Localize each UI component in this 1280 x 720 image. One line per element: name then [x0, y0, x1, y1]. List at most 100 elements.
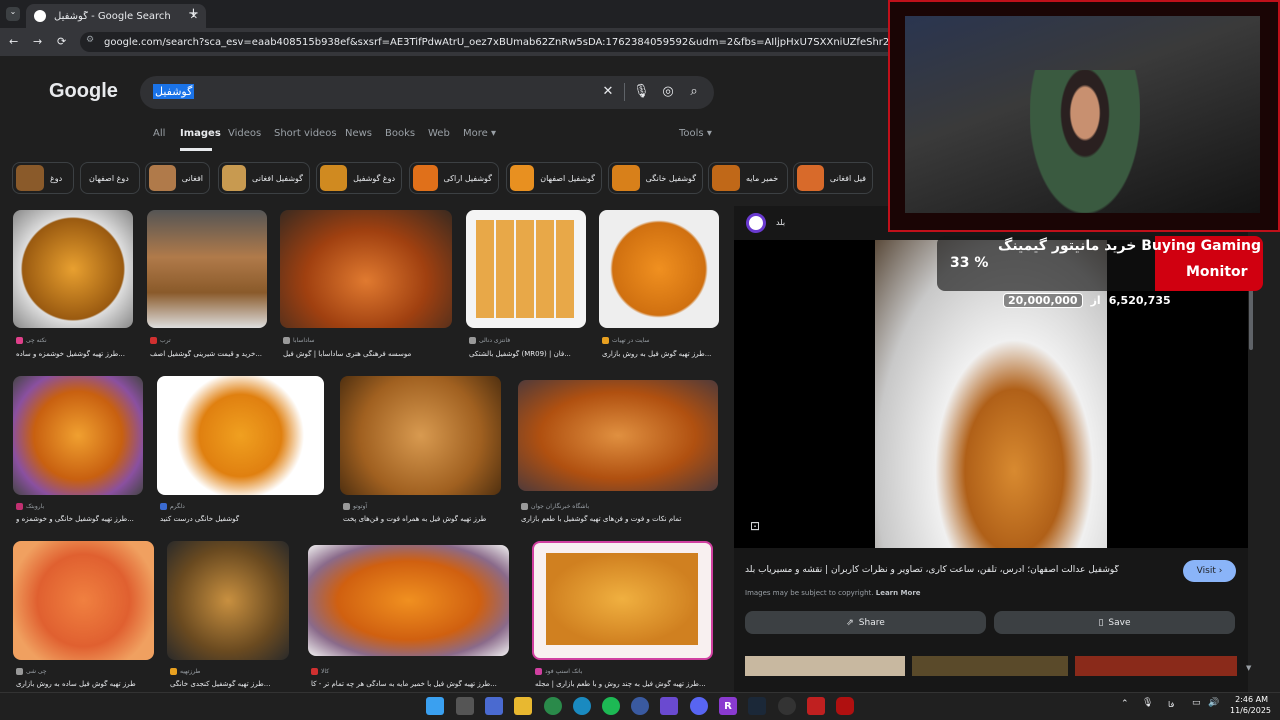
save-button[interactable]: ▯ Save [994, 611, 1235, 634]
tab-search-button[interactable]: ⌄ [6, 7, 20, 21]
edge-icon[interactable] [573, 697, 591, 715]
search-input[interactable]: گوشفیل [153, 84, 195, 99]
chip-goshfil-araki[interactable]: گوشفیل اراکی [409, 162, 499, 194]
panel-site-name[interactable]: بلد [776, 218, 785, 227]
result-image[interactable] [532, 541, 713, 660]
result-caption[interactable]: تمام نکات و فوت و فن‌های تهیه گوشفیل با … [521, 515, 719, 523]
input-language[interactable]: فا [1168, 700, 1174, 709]
site-info-icon[interactable]: ⚙ [86, 35, 94, 45]
network-icon[interactable]: ▭ [1192, 698, 1201, 708]
file-explorer-icon[interactable] [514, 697, 532, 715]
chrome-icon[interactable] [544, 697, 562, 715]
result-caption[interactable]: طرز تهیه گوشفیل کنجدی خانگی... [170, 680, 290, 688]
app-icon[interactable] [778, 697, 796, 715]
lens-search-icon[interactable]: ⊡ [750, 519, 760, 533]
app-icon[interactable] [631, 697, 649, 715]
result-image[interactable] [466, 210, 586, 328]
result-image[interactable] [308, 545, 509, 656]
scroll-down-icon[interactable]: ▼ [1246, 664, 1251, 672]
result-caption[interactable]: خرید و قیمت شیرینی گوشفیل اصف... [150, 350, 268, 358]
reload-icon[interactable]: ⟳ [57, 35, 66, 48]
start-icon[interactable] [426, 697, 444, 715]
clock-time: 2:46 AM [1235, 695, 1268, 704]
tab-books[interactable]: Books [385, 128, 415, 139]
result-image[interactable] [280, 210, 452, 328]
chip-fil-afghani[interactable]: فیل افغانی [793, 162, 873, 194]
tools-button[interactable]: Tools ▾ [679, 128, 712, 139]
forward-icon[interactable]: → [33, 35, 42, 48]
result-source: فانتزی دنالی [469, 337, 510, 344]
result-caption[interactable]: طرز تهیه گوش فیل ساده به روش بازاری [16, 680, 156, 688]
chip-afghani[interactable]: افغانی [145, 162, 210, 194]
result-source: چی شی [16, 668, 47, 675]
site-favicon-icon [746, 213, 766, 233]
share-label: Share [858, 617, 885, 628]
chip-goshfil-isfahan[interactable]: گوشفیل اصفهان [506, 162, 602, 194]
address-bar[interactable]: ⚙ google.com/search?sca_esv=eaab408515b9… [80, 32, 900, 52]
shield-icon[interactable] [836, 697, 854, 715]
tab-all[interactable]: All [153, 128, 165, 139]
tab-videos[interactable]: Videos [228, 128, 261, 139]
search-icon[interactable]: ⌕ [686, 84, 702, 99]
panel-title[interactable]: گوشفیل عدالت اصفهان؛ آدرس، تلفن، ساعت کا… [745, 565, 1175, 575]
clock[interactable]: 2:46 AM 11/6/2025 [1230, 694, 1271, 716]
volume-icon[interactable]: 🔊 [1208, 698, 1219, 708]
mic-icon[interactable]: 🎙 [633, 84, 650, 99]
result-image[interactable] [340, 376, 501, 495]
widgets-icon[interactable] [485, 697, 503, 715]
steam-icon[interactable] [748, 697, 766, 715]
result-caption[interactable]: طرز تهیه گوشفیل خوشمزه و ساده... [16, 350, 134, 358]
result-caption[interactable]: طرز تهیه گوش فیل به چند روش و با طعم باز… [535, 680, 717, 688]
chip-dough-isfahan[interactable]: دوغ اصفهان [80, 162, 140, 194]
discord-icon[interactable] [690, 697, 708, 715]
result-image[interactable] [157, 376, 324, 495]
task-view-icon[interactable] [456, 697, 474, 715]
app-icon[interactable] [807, 697, 825, 715]
result-caption[interactable]: طرز تهیه گوش فیل به همراه فوت و فن‌های پ… [343, 515, 503, 523]
result-caption[interactable]: طرز تهیه گوش فیل به روش بازاری... [602, 350, 720, 358]
result-caption[interactable]: طرز تهیه گوش فیل با خمیر مایه به سادگی ه… [311, 680, 511, 688]
result-image[interactable] [599, 210, 719, 328]
chip-label: گوشفیل خانگی [645, 173, 696, 183]
google-logo[interactable]: Google [49, 80, 118, 103]
related-image[interactable] [1075, 656, 1237, 676]
result-caption[interactable]: گوشفیل بالشتکی (MR09) | فان... [469, 350, 587, 358]
result-image[interactable] [13, 541, 154, 660]
notice-text: Images may be subject to copyright. [745, 589, 874, 597]
back-icon[interactable]: ← [9, 35, 18, 48]
learn-more-link[interactable]: Learn More [876, 589, 921, 597]
tab-images[interactable]: Images [180, 128, 221, 139]
tray-chevron-icon[interactable]: ⌃ [1121, 699, 1129, 709]
chip-goshfil-home[interactable]: گوشفیل خانگی [608, 162, 703, 194]
visit-button[interactable]: Visit › [1183, 560, 1236, 582]
spotify-icon[interactable] [602, 697, 620, 715]
chip-goshfil-afghani[interactable]: گوشفیل افغانی [218, 162, 310, 194]
tab-short-videos[interactable]: Short videos [274, 128, 337, 139]
share-button[interactable]: ⇗ Share [745, 611, 986, 634]
search-box[interactable] [140, 76, 714, 109]
clear-icon[interactable]: ✕ [600, 84, 616, 99]
tab-web[interactable]: Web [428, 128, 450, 139]
result-caption[interactable]: گوشفیل خانگی درست کنید [160, 515, 325, 523]
result-image[interactable] [13, 210, 133, 328]
lens-icon[interactable]: ◎ [660, 84, 676, 99]
related-image[interactable] [912, 656, 1068, 676]
result-image[interactable] [147, 210, 267, 328]
mic-tray-icon[interactable]: 🎙 [1142, 698, 1153, 708]
result-image[interactable] [13, 376, 143, 495]
result-caption[interactable]: موسسه فرهنگی هنری ساداسابا | گوش فیل [283, 350, 453, 358]
chip-dough-goshfil[interactable]: دوغ گوشفیل [316, 162, 402, 194]
browser-tab[interactable]: گوشفیل - Google Search ✕ [26, 4, 206, 28]
chip-yeast[interactable]: خمیر مایه [708, 162, 788, 194]
related-image[interactable] [745, 656, 905, 676]
new-tab-button[interactable]: + [188, 6, 199, 21]
tab-news[interactable]: News [345, 128, 372, 139]
chip-dough[interactable]: دوغ [12, 162, 74, 194]
result-image[interactable] [167, 541, 289, 660]
result-caption[interactable]: طرز تهیه گوشفیل خانگی و خوشمزه و... [16, 515, 144, 523]
result-image[interactable] [518, 380, 718, 491]
tab-more[interactable]: More ▾ [463, 128, 496, 139]
app-r-icon[interactable]: R [719, 697, 737, 715]
app-icon[interactable] [660, 697, 678, 715]
ad-title-line2: Monitor [1186, 264, 1248, 280]
